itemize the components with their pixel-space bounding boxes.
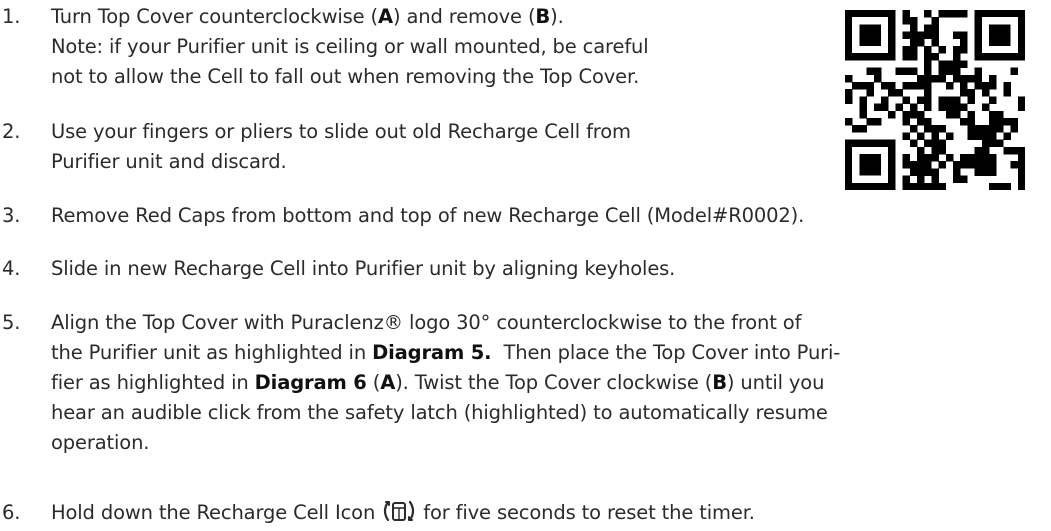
step-line: operation. [51, 431, 150, 454]
step-line: not to allow the Cell to fall out when r… [51, 65, 640, 88]
step-line: Remove Red Caps from bottom and top of n… [51, 204, 805, 227]
step-number: 1. [2, 5, 21, 28]
step-number: 4. [2, 257, 21, 280]
step-line: Use your fingers or pliers to slide out … [51, 120, 631, 143]
step-text: Remove Red Caps from bottom and top of n… [51, 201, 804, 231]
step-text: Slide in new Recharge Cell into Purifier… [51, 254, 675, 284]
step-number: 3. [2, 204, 21, 227]
step-line: fier as highlighted in Diagram 6 (A). Tw… [51, 371, 825, 394]
step-line: hear an audible click from the safety la… [51, 401, 828, 424]
step-line: Turn Top Cover counterclockwise (A) and … [51, 5, 564, 28]
step-text: Hold down the Recharge Cell Icon for fiv… [51, 498, 755, 528]
step-line: Hold down the Recharge Cell Icon for fiv… [51, 500, 755, 524]
recharge-cell-icon [384, 500, 415, 522]
instruction-document: 1. Turn Top Cover counterclockwise (A) a… [0, 0, 1051, 531]
step-text: Align the Top Cover with Puraclenz® logo… [51, 308, 840, 458]
step-line: the Purifier unit as highlighted in Diag… [51, 341, 841, 364]
qr-code-icon[interactable] [845, 10, 1025, 190]
step-line: Note: if your Purifier unit is ceiling o… [51, 35, 649, 58]
step-line: Slide in new Recharge Cell into Purifier… [51, 257, 676, 280]
step-number: 2. [2, 120, 21, 143]
step-number: 6. [2, 501, 21, 524]
step-line: Align the Top Cover with Puraclenz® logo… [51, 311, 802, 334]
step-line: Purifier unit and discard. [51, 150, 287, 173]
step-text: Turn Top Cover counterclockwise (A) and … [51, 2, 649, 92]
step-text: Use your fingers or pliers to slide out … [51, 117, 631, 177]
step-number: 5. [2, 311, 21, 334]
